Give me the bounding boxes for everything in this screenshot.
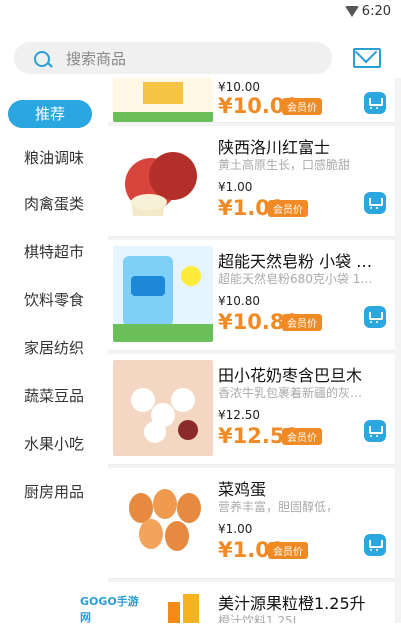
divider	[108, 236, 395, 237]
sidebar-item-grain-oil[interactable]: 粮油调味	[0, 144, 108, 172]
product-title: 菜鸡蛋	[218, 480, 267, 499]
member-price-badge: 会员价	[282, 98, 322, 115]
sidebar-item-kitchen[interactable]: 厨房用品	[0, 478, 108, 506]
product-row[interactable]: 田小花奶枣含巴旦木 香浓牛乳包裹着新疆的灰… ¥12.50 ¥12.50 会员价	[108, 354, 395, 464]
divider	[108, 578, 395, 579]
mail-icon[interactable]	[353, 48, 381, 68]
product-price-small: ¥1.00	[218, 522, 253, 536]
product-title: 陕西洛川红富士	[218, 138, 331, 157]
product-subtitle: 超能天然皂粉680克小袋 1…	[218, 272, 373, 286]
product-row[interactable]: 超能天然皂粉 小袋 … 超能天然皂粉680克小袋 1… ¥10.80 ¥10.8…	[108, 240, 395, 350]
product-price-small: ¥12.50	[218, 408, 260, 422]
search-bar[interactable]: 搜索商品	[14, 42, 332, 74]
member-price-badge: 会员价	[268, 542, 308, 559]
oil-image	[113, 78, 213, 122]
apple-image	[113, 132, 213, 228]
product-price-small: ¥10.00	[218, 80, 260, 94]
search-icon	[34, 51, 50, 67]
sidebar-item-home-textile[interactable]: 家居纺织	[0, 334, 108, 362]
product-row[interactable]: 美汁源果粒橙1.25升 橙汁饮料1.25L	[108, 582, 395, 623]
product-image-oil	[113, 78, 213, 122]
product-image-soap	[113, 246, 213, 342]
milk-dates-image	[113, 360, 213, 456]
top-header: 搜索商品	[0, 26, 401, 79]
product-list: ¥10.00 ¥10.00 会员价 陕西洛川红富士 黄土高原生长，口感脆甜 ¥1…	[108, 78, 401, 623]
product-row[interactable]: ¥10.00 ¥10.00 会员价	[108, 78, 395, 122]
eggs-image	[113, 474, 213, 570]
product-title: 田小花奶枣含巴旦木	[218, 366, 363, 385]
sidebar-item-recommend[interactable]: 推荐	[8, 100, 92, 128]
sidebar-item-market[interactable]: 棋特超市	[0, 238, 108, 266]
product-image-eggs	[113, 474, 213, 570]
add-to-cart-button[interactable]	[364, 306, 386, 328]
product-title: 美汁源果粒橙1.25升	[218, 594, 366, 613]
sidebar-item-snacks[interactable]: 饮料零食	[0, 286, 108, 314]
soap-image	[113, 246, 213, 342]
sidebar-item-meat-eggs[interactable]: 肉禽蛋类	[0, 190, 108, 218]
product-row[interactable]: 陕西洛川红富士 黄土高原生长，口感脆甜 ¥1.00 ¥1.00 会员价	[108, 126, 395, 236]
watermark-text: GOGO手游网	[80, 595, 139, 624]
add-to-cart-button[interactable]	[364, 534, 386, 556]
divider	[108, 350, 395, 351]
sidebar-item-vegetables[interactable]: 蔬菜豆品	[0, 382, 108, 410]
category-sidebar: 推荐 粮油调味 肉禽蛋类 棋特超市 饮料零食 家居纺织 蔬菜豆品 水果小吃 厨房…	[0, 78, 108, 623]
product-image-milk-dates	[113, 360, 213, 456]
member-price-badge: 会员价	[282, 314, 322, 331]
search-placeholder[interactable]: 搜索商品	[66, 48, 126, 69]
product-subtitle: 营养丰富，胆固醇低，	[218, 500, 339, 514]
status-time: 6:20	[361, 4, 391, 19]
product-price-small: ¥10.80	[218, 294, 260, 308]
watermark: GOGO手游网	[60, 590, 140, 624]
wifi-icon	[345, 6, 359, 17]
product-subtitle: 黄土高原生长，口感脆甜	[218, 158, 351, 172]
status-bar: 6:20	[0, 0, 401, 26]
add-to-cart-button[interactable]	[364, 192, 386, 214]
divider	[108, 122, 395, 123]
add-to-cart-button[interactable]	[364, 92, 386, 114]
add-to-cart-button[interactable]	[364, 420, 386, 442]
member-price-badge: 会员价	[268, 200, 308, 217]
divider	[108, 464, 395, 465]
product-image-apple	[113, 132, 213, 228]
product-subtitle: 橙汁饮料1.25L	[218, 614, 300, 623]
product-subtitle: 香浓牛乳包裹着新疆的灰…	[218, 386, 363, 400]
sidebar-item-fruits[interactable]: 水果小吃	[0, 430, 108, 458]
product-row[interactable]: 菜鸡蛋 营养丰富，胆固醇低， ¥1.00 ¥1.00 会员价	[108, 468, 395, 578]
product-price-small: ¥1.00	[218, 180, 253, 194]
product-title: 超能天然皂粉 小袋 …	[218, 252, 373, 271]
member-price-badge: 会员价	[282, 428, 322, 445]
